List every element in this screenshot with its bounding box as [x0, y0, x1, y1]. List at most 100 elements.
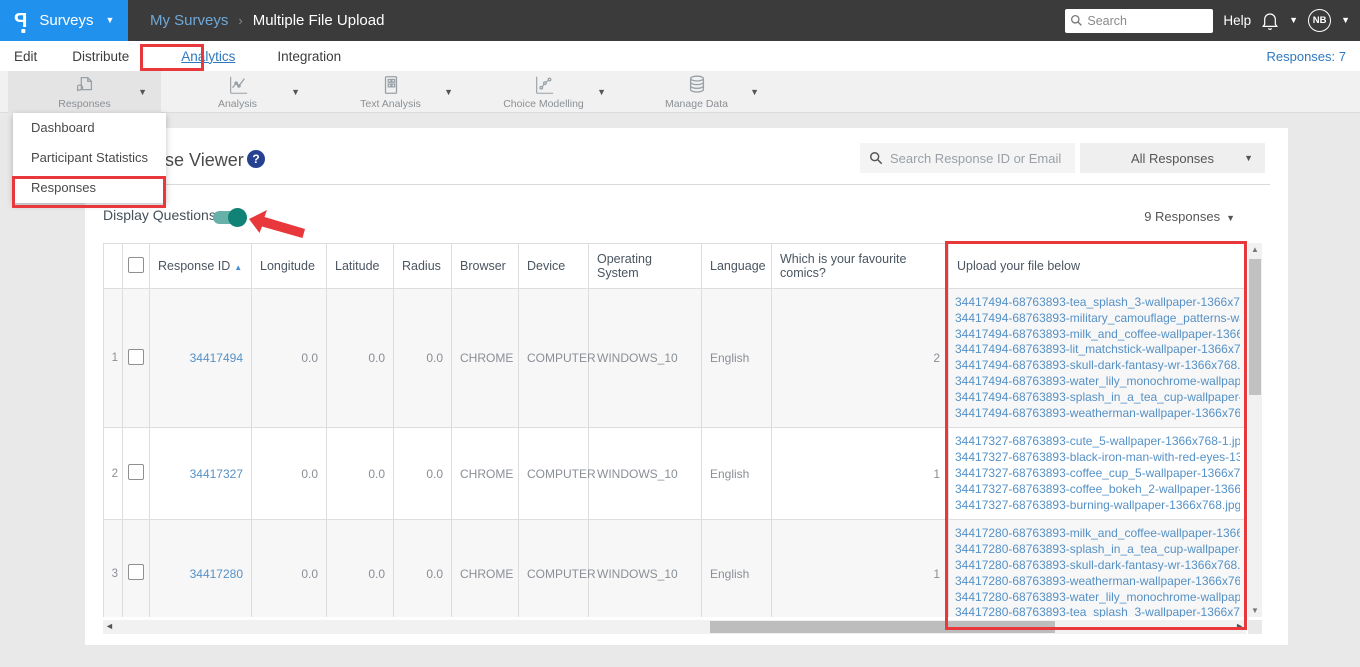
file-link[interactable]: 34417494-68763893-splash_in_a_tea_cup-wa… — [955, 390, 1240, 406]
scroll-up-icon[interactable]: ▲ — [1248, 245, 1262, 254]
row-checkbox-cell — [122, 427, 150, 521]
responses-count-label[interactable]: Responses: 7 — [1267, 49, 1347, 64]
toolbar-item-text-analysis[interactable]: Text Analysis ▼ — [314, 71, 467, 113]
choice-modelling-icon — [535, 76, 553, 94]
cell-device: COMPUTER — [518, 287, 596, 429]
toggle-knob — [228, 208, 247, 227]
horizontal-scrollbar[interactable]: ◄ ► — [103, 620, 1246, 634]
divider — [103, 184, 1270, 185]
response-search — [860, 143, 1075, 173]
caret-down-icon[interactable]: ▼ — [750, 87, 759, 97]
response-filter-dropdown[interactable]: All Responses ▼ — [1080, 143, 1265, 173]
file-link[interactable]: 34417327-68763893-cute_5-wallpaper-1366x… — [955, 434, 1240, 450]
file-link[interactable]: 34417327-68763893-burning-wallpaper-1366… — [955, 498, 1240, 514]
file-link[interactable]: 34417280-68763893-water_lily_monochrome-… — [955, 590, 1240, 606]
caret-down-icon[interactable]: ▼ — [597, 87, 606, 97]
header-checkbox-cell — [122, 243, 150, 289]
caret-down-icon[interactable]: ▼ — [138, 87, 147, 97]
cell-latitude: 0.0 — [326, 427, 394, 521]
help-link[interactable]: Help — [1223, 13, 1251, 28]
help-badge-icon[interactable]: ? — [247, 150, 265, 168]
row-checkbox[interactable] — [128, 348, 144, 365]
horizontal-scrollbar-thumb[interactable] — [710, 621, 1055, 633]
responses-count-dropdown[interactable]: 9 Responses ▼ — [1144, 209, 1235, 224]
tab-edit[interactable]: Edit — [14, 49, 37, 64]
notifications-caret-icon[interactable]: ▼ — [1289, 16, 1298, 25]
file-link[interactable]: 34417494-68763893-tea_splash_3-wallpaper… — [955, 295, 1240, 311]
scroll-right-icon[interactable]: ► — [1235, 621, 1244, 631]
responses-icon — [76, 77, 92, 92]
response-search-input[interactable] — [860, 143, 1075, 173]
cell-uploaded-files: 34417494-68763893-tea_splash_3-wallpaper… — [948, 287, 1246, 429]
row-checkbox[interactable] — [128, 464, 144, 481]
scroll-down-icon[interactable]: ▼ — [1248, 606, 1262, 615]
header-upload-question: Upload your file below — [948, 243, 1246, 289]
account-caret-icon[interactable]: ▼ — [1341, 16, 1350, 25]
row-number: 2 — [103, 427, 123, 521]
toolbar-item-choice-modelling[interactable]: Choice Modelling ▼ — [467, 71, 620, 113]
menu-item-dashboard[interactable]: Dashboard — [13, 113, 166, 143]
breadcrumb-my-surveys[interactable]: My Surveys — [150, 12, 228, 29]
scroll-left-icon[interactable]: ◄ — [105, 621, 114, 631]
row-checkbox-cell — [122, 287, 150, 429]
toolbar-item-label: Responses — [58, 98, 111, 110]
cell-uploaded-files: 34417280-68763893-milk_and_coffee-wallpa… — [948, 519, 1246, 617]
file-link[interactable]: 34417327-68763893-coffee_bokeh_2-wallpap… — [955, 482, 1240, 498]
toolbar-item-label: Manage Data — [664, 98, 729, 110]
response-id-link[interactable]: 34417494 — [190, 351, 243, 365]
table-header-row: Response ID ▲ Longitude Latitude Radius B… — [103, 243, 1246, 289]
select-all-checkbox[interactable] — [128, 256, 144, 273]
vertical-scrollbar[interactable]: ▲ ▼ — [1248, 243, 1262, 617]
menu-item-participant-statistics[interactable]: Participant Statistics — [13, 143, 166, 173]
toolbar-item-manage-data[interactable]: Manage Data ▼ — [620, 71, 773, 113]
file-link[interactable]: 34417280-68763893-splash_in_a_tea_cup-wa… — [955, 542, 1240, 558]
vertical-scrollbar-thumb[interactable] — [1249, 259, 1261, 395]
display-questions-toggle[interactable] — [213, 208, 247, 227]
response-id-link[interactable]: 34417280 — [190, 567, 243, 581]
file-link[interactable]: 34417280-68763893-skull-dark-fantasy-wr-… — [955, 558, 1240, 574]
header-response-id[interactable]: Response ID ▲ — [149, 243, 252, 289]
response-id-link[interactable]: 34417327 — [190, 467, 243, 481]
file-link[interactable]: 34417494-68763893-milk_and_coffee-wallpa… — [955, 327, 1240, 343]
file-link[interactable]: 34417327-68763893-black-iron-man-with-re… — [955, 450, 1240, 466]
tab-analytics[interactable]: Analytics — [181, 49, 235, 64]
product-switcher[interactable]: P Surveys ▼ — [0, 0, 128, 41]
breadcrumb-current-survey: Multiple File Upload — [252, 12, 385, 29]
toolbar-item-label: Analysis — [217, 98, 258, 110]
avatar[interactable]: NB — [1308, 9, 1332, 32]
file-link[interactable]: 34417494-68763893-water_lily_monochrome-… — [955, 374, 1240, 390]
header-rownum — [103, 243, 123, 289]
file-link[interactable]: 34417280-68763893-tea_splash_3-wallpaper… — [955, 605, 1240, 617]
global-search-input[interactable] — [1065, 8, 1214, 33]
file-link[interactable]: 34417494-68763893-weatherman-wallpaper-1… — [955, 406, 1240, 422]
toolbar-item-analysis[interactable]: Analysis ▼ — [161, 71, 314, 113]
file-link[interactable]: 34417494-68763893-skull-dark-fantasy-wr-… — [955, 358, 1240, 374]
file-link[interactable]: 34417494-68763893-military_camouflage_pa… — [955, 311, 1240, 327]
search-icon — [870, 152, 883, 165]
caret-down-icon[interactable]: ▼ — [291, 87, 300, 97]
display-questions-label: Display Questions — [103, 207, 216, 223]
file-link[interactable]: 34417280-68763893-weatherman-wallpaper-1… — [955, 574, 1240, 590]
header-latitude: Latitude — [326, 243, 394, 289]
file-link[interactable]: 34417494-68763893-lit_matchstick-wallpap… — [955, 342, 1240, 358]
row-checkbox[interactable] — [128, 564, 144, 581]
cell-os: WINDOWS_10 — [588, 287, 702, 429]
cell-radius: 0.0 — [393, 519, 452, 617]
cell-device: COMPUTER — [518, 519, 596, 617]
caret-down-icon[interactable]: ▼ — [444, 87, 453, 97]
tab-distribute[interactable]: Distribute — [72, 49, 129, 64]
manage-data-icon — [689, 75, 704, 93]
product-label: Surveys — [39, 12, 94, 29]
menu-item-responses[interactable]: Responses — [13, 173, 166, 203]
header-language: Language — [701, 243, 772, 289]
header-device: Device — [518, 243, 589, 289]
cell-longitude: 0.0 — [251, 287, 327, 429]
tab-integration[interactable]: Integration — [277, 49, 341, 64]
file-link[interactable]: 34417327-68763893-coffee_cup_5-wallpaper… — [955, 466, 1240, 482]
file-link[interactable]: 34417280-68763893-milk_and_coffee-wallpa… — [955, 526, 1240, 542]
toolbar-item-responses[interactable]: Responses ▼ — [8, 71, 161, 113]
bell-icon[interactable] — [1261, 11, 1279, 31]
analysis-icon — [229, 76, 247, 94]
response-viewer-card: Response Viewer ? All Responses ▼ Displa… — [85, 128, 1288, 645]
table-row: 1 34417494 0.0 0.0 0.0 CHROME COMPUTER W… — [103, 287, 1246, 429]
